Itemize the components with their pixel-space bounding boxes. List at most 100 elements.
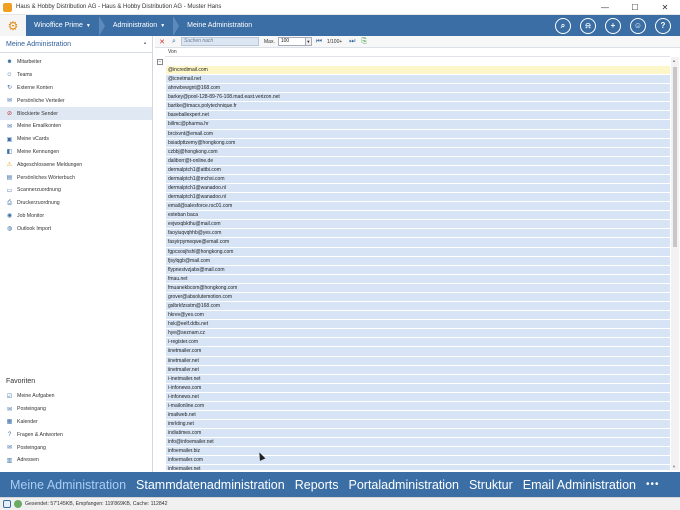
close-button[interactable]: ✕ (650, 0, 680, 15)
sidebar-item-5[interactable]: ✉ Meine Emailkonten (0, 120, 152, 133)
table-row[interactable]: infoemailer.net (166, 465, 670, 470)
help-icon[interactable]: ? (655, 17, 671, 34)
scroll-down-icon[interactable]: ▼ (672, 464, 676, 469)
user-icon[interactable]: ☺ (630, 17, 646, 34)
maximize-button[interactable]: ☐ (620, 0, 650, 15)
sidebar-item-0[interactable]: ☻ Mitarbeiter (0, 56, 152, 69)
sidebar-item-6[interactable]: ▣ Meine vCards (0, 133, 152, 146)
clear-filter-icon[interactable]: ✕ (157, 37, 167, 47)
search-icon[interactable]: ⌕ (555, 17, 571, 34)
sidebar-item-9[interactable]: ▤ Persönliches Wörterbuch (0, 171, 152, 184)
table-row[interactable]: fmau.net (166, 274, 670, 284)
bottom-tab-4[interactable]: Struktur (469, 478, 513, 492)
search-input[interactable]: Suchen nach (181, 37, 259, 46)
table-row[interactable]: info@infoemailer.net (166, 438, 670, 448)
table-row[interactable]: i-register.com (166, 338, 670, 348)
table-row[interactable]: i-mailonline.com (166, 401, 670, 411)
bottom-tab-1[interactable]: Stammdatenadministration (136, 478, 285, 492)
next-page-icon[interactable]: ⏭ (347, 37, 357, 47)
table-row[interactable]: fmuanekbcom@hongkong.com (166, 283, 670, 293)
search-icon[interactable]: ⌕ (169, 37, 179, 47)
table-row[interactable]: dermalptch1@wanadoo.nl (166, 184, 670, 194)
table-row[interactable]: infoemailer.biz (166, 447, 670, 457)
scrollbar-thumb[interactable] (673, 67, 677, 247)
sidebar-item-8[interactable]: ⚠ Abgeschlossene Meldungen (0, 158, 152, 171)
chevron-down-icon[interactable]: ▼ (305, 37, 312, 46)
table-row[interactable]: iinetmailer.net (166, 356, 670, 366)
table-row[interactable]: bsiadpttzemy@hongkong.com (166, 138, 670, 148)
sidebar-item-4[interactable]: ⊘ Blockierte Sender (0, 107, 152, 120)
table-row[interactable]: @incredimail.com (166, 66, 670, 76)
favorite-item-1[interactable]: ✉ Posteingang (0, 403, 152, 416)
more-tabs-icon[interactable]: ••• (646, 479, 660, 490)
window-icon[interactable] (3, 500, 11, 508)
sidebar-item-11[interactable]: ⎙ Druckerzuordnung (0, 197, 152, 210)
plus-icon[interactable]: + (605, 17, 621, 34)
table-row[interactable]: esteban baca (166, 211, 670, 221)
favorite-item-3[interactable]: ? Fragen & Antworten (0, 428, 152, 441)
favorite-item-4[interactable]: ✉ Posteingang (0, 441, 152, 454)
table-row[interactable]: i-infonews.net (166, 392, 670, 402)
breadcrumb-item-1[interactable]: Administration ▼ (98, 15, 173, 36)
scroll-up-icon[interactable]: ▲ (672, 58, 676, 63)
table-row[interactable]: imailweb.net (166, 410, 670, 421)
table-row[interactable]: czbbj@hongkong.com (166, 147, 670, 157)
table-row[interactable]: billmc@pharma.hr (166, 120, 670, 130)
table-row[interactable]: dermalptch1@wanadoo.nl (166, 193, 670, 203)
table-row[interactable]: fjsylqgb@mail.com (166, 256, 670, 266)
table-row[interactable]: hsk@eelf.ddts.net (166, 320, 670, 330)
sidebar-item-12[interactable]: ◉ Job Monitor (0, 210, 152, 223)
table-row[interactable]: fasyirpymeqwe@email.com (166, 238, 670, 248)
vertical-scrollbar[interactable]: ▲ ▼ (671, 57, 679, 470)
table-row[interactable]: dermalptch1@attbi.com (166, 165, 670, 175)
sidebar-item-13[interactable]: ◍ Outlook Import (0, 222, 152, 235)
pin-icon[interactable]: ▪ (144, 41, 146, 47)
bottom-tab-3[interactable]: Portaladministration (349, 478, 459, 492)
table-row[interactable]: gslbrkfzsstm@168.com (166, 302, 670, 312)
table-row[interactable]: iinetmailer.net (166, 365, 670, 375)
table-row[interactable]: @icnetmail.net (166, 75, 670, 85)
table-row[interactable]: ahnwbvwgnt@168.com (166, 84, 670, 94)
bell-icon[interactable]: ⍾ (580, 17, 596, 34)
table-row[interactable]: email@salesforce.rsc01.com (166, 202, 670, 212)
table-row[interactable]: i-inetmailer.net (166, 374, 670, 384)
favorite-item-5[interactable]: ▥ Adressen (0, 454, 152, 467)
table-row[interactable]: i-infonews.com (166, 383, 670, 393)
table-row[interactable]: faoyiuqvqhhb@yes.com (166, 229, 670, 239)
table-row[interactable]: infoemailer.com (166, 456, 670, 466)
group-collapse-toggle[interactable]: − (157, 59, 163, 65)
bottom-tab-5[interactable]: Email Administration (523, 478, 636, 492)
table-row[interactable]: hkrev@yes.com (166, 311, 670, 321)
table-row[interactable]: brcixvnt@email.com (166, 129, 670, 139)
max-rows-select[interactable]: 100 (277, 37, 306, 46)
table-row[interactable]: evjwxqbkthu@mail.com (166, 220, 670, 230)
export-icon[interactable]: ⎘ (359, 37, 369, 47)
minimize-button[interactable]: — (590, 0, 620, 15)
gear-icon[interactable]: ⚙ (0, 15, 26, 36)
table-row[interactable]: baseballexpert.net (166, 111, 670, 121)
bottom-tab-0[interactable]: Meine Administration (10, 478, 126, 492)
table-row[interactable]: flypnestvzjabx@mail.com (166, 265, 670, 275)
table-row[interactable]: fgpcsosjhshl@hongkong.com (166, 247, 670, 257)
first-page-icon[interactable]: ⏮ (314, 37, 324, 47)
table-row[interactable]: daliborr@t-online.de (166, 156, 670, 166)
table-row[interactable]: barkey@pool-128-89-76-108.mad.east.veriz… (166, 93, 670, 103)
table-row[interactable]: indiatimes.com (166, 429, 670, 439)
breadcrumb-item-0[interactable]: Winoffice Prime ▼ (34, 22, 99, 29)
table-row[interactable]: hye@seznam.cz (166, 329, 670, 339)
favorite-item-2[interactable]: ▦ Kalender (0, 416, 152, 429)
table-row[interactable]: iinetmailer.com (166, 347, 670, 357)
table-row[interactable]: bartke@imacs.polytechnique.fr (166, 102, 670, 112)
breadcrumb-item-2[interactable]: Meine Administration (173, 15, 252, 36)
sidebar-item-7[interactable]: ◧ Meine Kennungen (0, 146, 152, 159)
sidebar-item-10[interactable]: ▭ Scannerzuordnung (0, 184, 152, 197)
table-row[interactable]: dermalptch1@mchsi.com (166, 174, 670, 185)
bottom-tab-2[interactable]: Reports (295, 478, 339, 492)
sidebar-item-3[interactable]: ✉ Persönliche Verteiler (0, 94, 152, 107)
table-row[interactable]: imrkting.net (166, 420, 670, 430)
table-row[interactable]: grover@absolutemotion.com (166, 292, 670, 303)
sidebar-item-1[interactable]: ☺ Teams (0, 69, 152, 82)
column-header-von[interactable]: Von (165, 48, 670, 57)
favorite-item-0[interactable]: ☑ Meine Aufgaben (0, 390, 152, 403)
sidebar-item-2[interactable]: ↻ Externe Konten (0, 82, 152, 95)
